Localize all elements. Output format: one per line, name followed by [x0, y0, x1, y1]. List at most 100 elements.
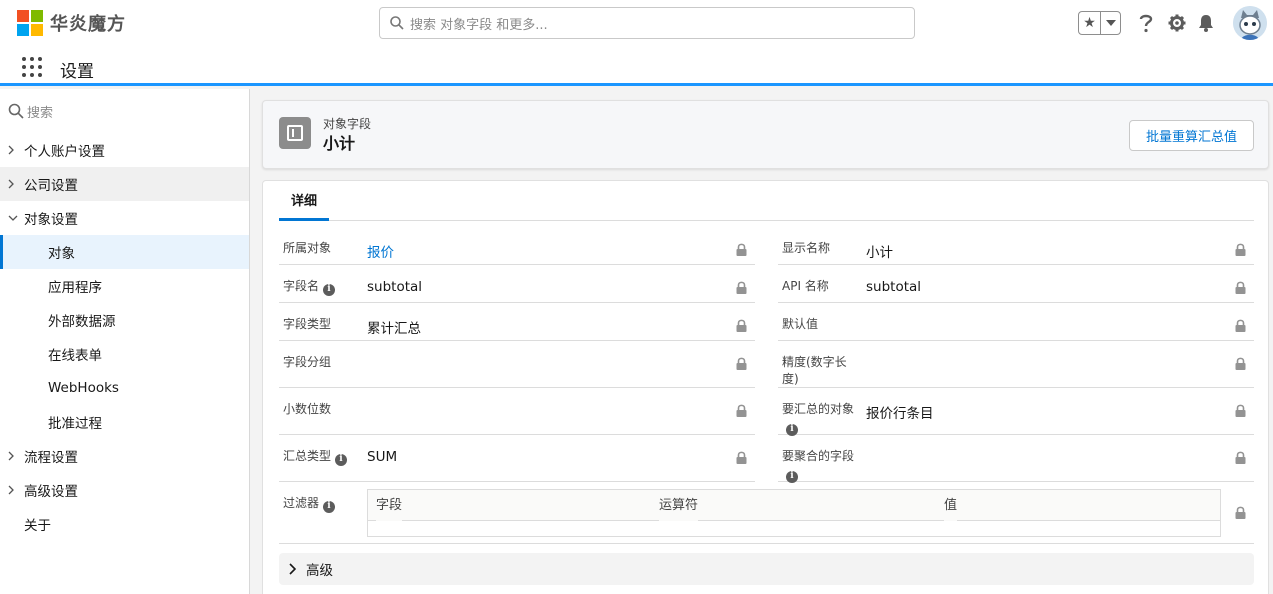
sidebar-item-label: 高级设置	[24, 484, 78, 500]
search-icon	[390, 16, 404, 30]
field-row-summary-object: 要汇总的对象 i 报价行条目	[778, 388, 1254, 436]
sidebar-item-process[interactable]: 流程设置	[0, 439, 249, 473]
sidebar-subitem-object[interactable]: 对象	[0, 235, 249, 269]
app-launcher-icon[interactable]	[22, 57, 44, 79]
star-icon[interactable]: ★	[1079, 12, 1101, 34]
info-icon[interactable]: i	[323, 283, 336, 296]
gear-icon[interactable]	[1166, 12, 1188, 34]
section-label: 高级	[306, 563, 333, 579]
sidebar-search-placeholder: 搜索	[27, 105, 54, 121]
field-value: SUM	[367, 449, 398, 465]
lock-icon	[1235, 281, 1246, 294]
lock-icon	[1235, 357, 1246, 370]
app-title: 设置	[60, 62, 94, 82]
field-label: 要聚合的字段	[782, 449, 855, 463]
chevron-down-icon[interactable]	[1101, 12, 1120, 34]
field-row-field-type: 字段类型 累计汇总	[279, 303, 755, 341]
info-icon[interactable]: i	[335, 453, 348, 466]
tab-detail[interactable]: 详细	[279, 181, 330, 221]
global-header: 华炎魔方 搜索 对象字段 和更多... ★	[0, 0, 1273, 48]
search-placeholder: 搜索 对象字段 和更多...	[410, 17, 548, 33]
field-label: 所属对象	[283, 241, 332, 255]
info-icon[interactable]: i	[786, 470, 798, 483]
lock-icon	[736, 451, 747, 464]
column-header-operator: 运算符	[659, 490, 699, 521]
detail-card: 详细 所属对象 报价 显示名称 小计 字段名 i subtotal API 名称 …	[262, 180, 1269, 594]
field-row-default: 默认值	[778, 303, 1254, 341]
sidebar-item-objects[interactable]: 对象设置	[0, 201, 249, 235]
lock-icon	[736, 281, 747, 294]
sidebar-subitem-apps[interactable]: 应用程序	[0, 269, 249, 303]
chevron-right-icon	[8, 451, 24, 461]
sidebar-item-label: 个人账户设置	[24, 144, 105, 160]
recalculate-summary-button[interactable]: 批量重算汇总值	[1129, 120, 1254, 151]
sidebar-subitem-datasources[interactable]: 外部数据源	[0, 303, 249, 337]
field-row-display-name: 显示名称 小计	[778, 227, 1254, 265]
lock-icon	[1235, 243, 1246, 256]
field-row-group: 字段分组	[279, 341, 755, 388]
lock-icon	[736, 404, 747, 417]
app-bar: 设置	[0, 48, 1273, 86]
sidebar-item-company[interactable]: 公司设置	[0, 167, 249, 201]
help-icon[interactable]	[1135, 12, 1157, 34]
sidebar-subitem-forms[interactable]: 在线表单	[0, 337, 249, 371]
sidebar-item-label: 关于	[24, 518, 51, 534]
advanced-section-toggle[interactable]: 高级	[279, 553, 1254, 585]
object-link[interactable]: 报价	[367, 241, 394, 261]
field-label: 过滤器	[283, 496, 320, 510]
favorites-control[interactable]: ★	[1078, 11, 1121, 35]
lock-icon	[736, 243, 747, 256]
field-label: 要汇总的对象	[782, 402, 855, 416]
chevron-right-icon	[8, 145, 24, 155]
field-label: 默认值	[782, 317, 819, 331]
field-row-field-name: 字段名 i subtotal	[279, 265, 755, 303]
lock-icon	[736, 319, 747, 332]
field-row-api-name: API 名称 subtotal	[778, 265, 1254, 303]
field-row-object: 所属对象 报价	[279, 227, 755, 265]
field-label: 小数位数	[283, 402, 332, 416]
column-header-value: 值	[944, 490, 958, 521]
sidebar-search-input[interactable]: 搜索	[0, 89, 249, 133]
field-value: 小计	[866, 245, 893, 261]
lock-icon	[1235, 319, 1246, 332]
page-title: 小计	[323, 134, 356, 153]
user-avatar[interactable]	[1233, 6, 1267, 40]
field-row-summary-field: 要聚合的字段 i	[778, 435, 1254, 483]
brand-logo[interactable]: 华炎魔方	[17, 10, 126, 36]
field-label: 字段类型	[283, 317, 332, 331]
chevron-right-icon	[8, 179, 24, 189]
info-icon[interactable]: i	[323, 500, 336, 513]
sidebar-subitem-approval[interactable]: 批准过程	[0, 405, 249, 439]
column-header-field: 字段	[376, 490, 403, 521]
lock-icon	[1235, 451, 1246, 464]
search-icon	[8, 103, 24, 119]
chevron-right-icon	[8, 485, 24, 495]
lock-icon	[1235, 404, 1246, 417]
lock-icon	[736, 357, 747, 370]
global-search-input[interactable]: 搜索 对象字段 和更多...	[379, 7, 915, 39]
field-row-precision: 精度(数字长度)	[778, 341, 1254, 388]
sidebar-item-label: 公司设置	[24, 178, 78, 194]
logo-icon	[17, 10, 43, 36]
sidebar-item-about[interactable]: 关于	[0, 507, 249, 541]
field-value: subtotal	[367, 279, 423, 295]
sidebar-item-label: 对象设置	[24, 212, 78, 228]
sidebar-item-label: 流程设置	[24, 450, 78, 466]
field-label: 汇总类型	[283, 449, 332, 463]
field-row-summary-type: 汇总类型 i SUM	[279, 435, 755, 482]
object-field-icon	[279, 117, 311, 149]
field-value: 累计汇总	[367, 321, 421, 337]
sidebar-item-advanced[interactable]: 高级设置	[0, 473, 249, 507]
field-label: 显示名称	[782, 241, 831, 255]
brand-name: 华炎魔方	[50, 14, 126, 35]
filter-table-header	[368, 490, 1220, 521]
bell-icon[interactable]	[1195, 12, 1217, 34]
sidebar-item-personal[interactable]: 个人账户设置	[0, 133, 249, 167]
sidebar-subitem-webhooks[interactable]: WebHooks	[0, 371, 249, 405]
field-label: 字段名	[283, 279, 320, 293]
field-label: 精度(数字长度)	[782, 355, 847, 386]
tab-bar: 详细	[279, 181, 1254, 221]
chevron-down-icon	[8, 215, 24, 221]
info-icon[interactable]: i	[786, 423, 798, 436]
record-header: 对象字段 小计 批量重算汇总值	[262, 100, 1269, 169]
